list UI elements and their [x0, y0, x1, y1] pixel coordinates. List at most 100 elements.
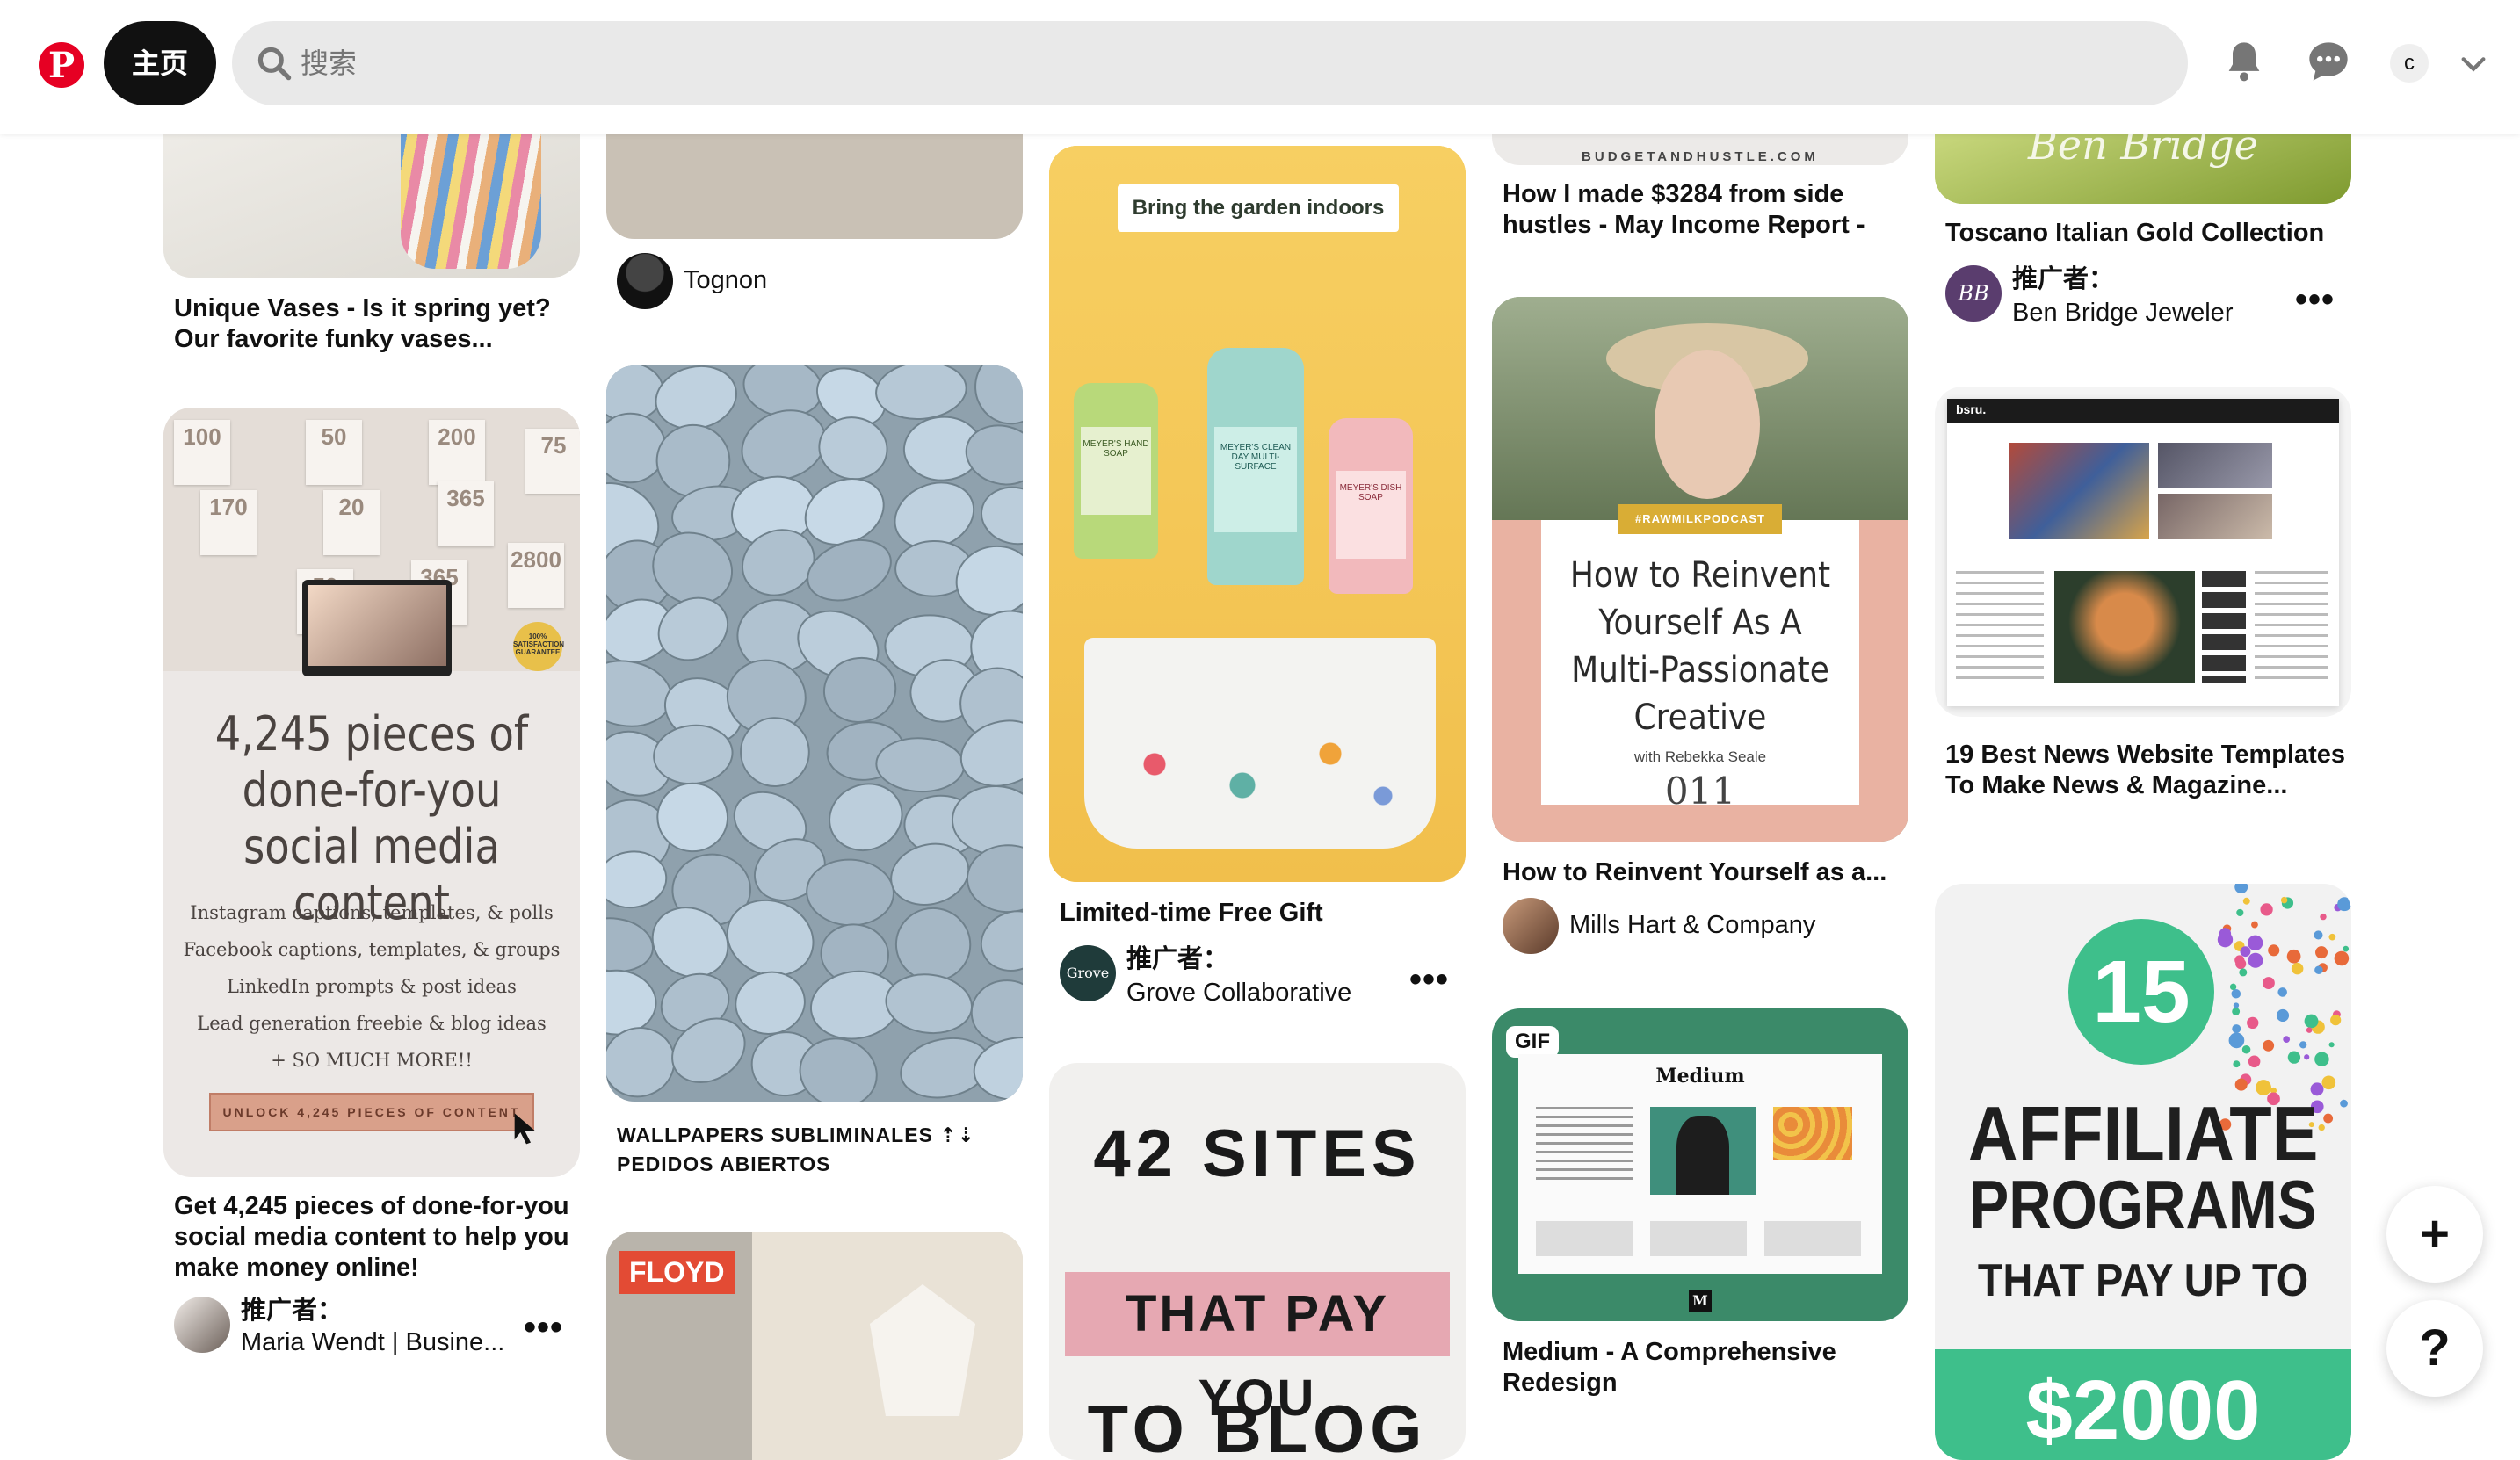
more-options-icon[interactable]: •••: [524, 1310, 563, 1345]
affiliate-line-2: PROGRAMS: [1969, 1166, 2317, 1243]
affiliate-number-circle: 15: [2068, 919, 2214, 1065]
pin-title[interactable]: WALLPAPERS SUBLIMINALES ⇡⇣ PEDIDOS ABIER…: [617, 1121, 1021, 1179]
account-avatar[interactable]: c: [2390, 44, 2429, 83]
creator-avatar[interactable]: [1503, 898, 1559, 954]
confetti-dot: [2248, 952, 2263, 968]
confetti-dot: [2340, 1099, 2348, 1108]
chevron-down-icon[interactable]: [2458, 49, 2488, 79]
grey-stones-pin-image[interactable]: [606, 365, 1023, 1102]
sites-line-1: 42 SITES: [1093, 1117, 1422, 1191]
pin-author-name[interactable]: Tognon: [684, 266, 767, 295]
podcast-tag: #RAWMILKPODCAST: [1618, 504, 1782, 534]
creator-avatar[interactable]: [617, 253, 673, 309]
confetti-dot: [2337, 884, 2346, 889]
garden-overlay-label: Bring the garden indoors: [1118, 184, 1399, 232]
affiliate-programs-pin-image[interactable]: 15 AFFILIATE PROGRAMS THAT PAY UP TO $20…: [1935, 884, 2351, 1460]
template-thumbnail-number: 2800: [508, 543, 564, 608]
confetti-dot: [2321, 1075, 2336, 1090]
news-templates-pin-image[interactable]: bsru.: [1935, 387, 2351, 717]
confetti-dot: [2286, 949, 2301, 964]
metal-caddy-bucket: [1084, 638, 1436, 849]
social-overlay-line: Instagram captions, templates, & polls: [190, 902, 554, 923]
add-create-button[interactable]: +: [2386, 1186, 2483, 1283]
notifications-bell-icon[interactable]: [2221, 39, 2267, 84]
confetti-dot: [2304, 1054, 2310, 1060]
pin-title[interactable]: How I made $3284 from side hustles - May…: [1503, 179, 1907, 241]
top-nav-bar: P 主页 c: [0, 0, 2520, 134]
laptop-mockup: [302, 580, 452, 676]
pin-title[interactable]: Toscano Italian Gold Collection: [1945, 218, 2350, 249]
affiliate-amount-band: $2000: [1935, 1349, 2351, 1460]
social-overlay-line: LinkedIn prompts & post ideas: [227, 976, 517, 997]
home-button[interactable]: 主页: [104, 21, 216, 105]
confetti-dot: [2247, 1016, 2259, 1030]
confetti-dot: [2233, 1060, 2241, 1068]
medium-redesign-pin-image[interactable]: GIF Medium M: [1492, 1008, 1908, 1321]
confetti-dot: [2236, 908, 2244, 917]
search-icon: [257, 47, 292, 81]
promoted-by-label: 推广者：: [241, 1297, 344, 1325]
floyd-lamp-pin-image[interactable]: FLOYD: [606, 1232, 1023, 1460]
messages-chat-icon[interactable]: [2306, 39, 2351, 84]
search-input[interactable]: [301, 21, 2146, 105]
grove-cleaning-pin-image[interactable]: Bring the garden indoors MEYER'S HAND SO…: [1049, 146, 1466, 882]
ben-bridge-logo-avatar[interactable]: BB: [1945, 265, 2002, 322]
confetti-dot: [2232, 1008, 2241, 1015]
confetti-dot: [2314, 1052, 2329, 1066]
template-thumbnail-number: 20: [323, 490, 380, 555]
pin-author-name[interactable]: Mills Hart & Company: [1569, 911, 1815, 940]
confetti-dot: [2248, 935, 2263, 951]
podcast-heading: How to Reinvent Yourself As A Multi-Pass…: [1569, 555, 1831, 738]
pin-author-name[interactable]: Maria Wendt | Busine...: [241, 1328, 504, 1357]
promoted-by-label: 推广者：: [1126, 945, 1229, 973]
social-overlay-line: Facebook captions, templates, & groups: [183, 939, 561, 960]
pebble: [970, 979, 1023, 1045]
confetti-dot: [2328, 1042, 2335, 1048]
social-content-pin-image[interactable]: 100502007517020365503652800 100% SATISFA…: [163, 408, 580, 1177]
pebble: [885, 973, 973, 1035]
unlock-content-cta: UNLOCK 4,245 PIECES OF CONTENT: [209, 1093, 534, 1131]
pebble: [974, 365, 1023, 425]
pebble: [606, 969, 657, 1036]
confetti-dot: [2234, 884, 2248, 894]
grove-logo-avatar[interactable]: Grove: [1060, 945, 1116, 1001]
social-overlay-list: Instagram captions, templates, & polls Fa…: [172, 894, 571, 1079]
pebble: [875, 365, 967, 420]
medium-masthead: Medium: [1655, 1065, 1745, 1088]
pin-author-name[interactable]: Grove Collaborative: [1126, 979, 1351, 1008]
pin-title[interactable]: How to Reinvent Yourself as a...: [1503, 857, 1907, 888]
confetti-dot: [2260, 903, 2273, 916]
pin-author-name[interactable]: Ben Bridge Jeweler: [2012, 299, 2233, 328]
help-button[interactable]: ?: [2386, 1300, 2483, 1397]
reinvent-podcast-pin-image[interactable]: #RAWMILKPODCAST How to Reinvent Yourself…: [1492, 297, 1908, 842]
confetti-dot: [2343, 945, 2350, 952]
template-thumbnail-number: 170: [200, 490, 257, 555]
template-thumbnail-number: 75: [525, 429, 580, 494]
more-options-icon[interactable]: •••: [1409, 962, 1449, 997]
confetti-dot: [2239, 968, 2248, 977]
search-bar[interactable]: [232, 21, 2188, 105]
confetti-dot: [2330, 1015, 2342, 1026]
confetti-dot: [2228, 1032, 2245, 1049]
confetti-dot: [2306, 1027, 2313, 1033]
pebble: [735, 971, 806, 1035]
news-site-mockup: bsru.: [1947, 399, 2339, 706]
creator-avatar[interactable]: [174, 1297, 230, 1353]
42-sites-pin-image[interactable]: 42 SITES THAT PAY YOU TO BLOG: [1049, 1063, 1466, 1460]
template-thumbnail-number: 365: [438, 481, 494, 546]
pinterest-logo-icon[interactable]: P: [39, 42, 84, 88]
confetti-dot: [2232, 1024, 2241, 1034]
cursor-arrow-icon: [514, 1113, 535, 1145]
pin-title[interactable]: Get 4,245 pieces of done-for-you social …: [174, 1191, 578, 1283]
pin-title[interactable]: Unique Vases - Is it spring yet? Our fav…: [174, 293, 578, 355]
hand-soap-bottle: MEYER'S HAND SOAP: [1074, 383, 1158, 559]
pebble: [980, 910, 1023, 972]
pin-title[interactable]: Medium - A Comprehensive Redesign: [1503, 1337, 1907, 1399]
pin-title[interactable]: Limited-time Free Gift: [1060, 898, 1464, 929]
more-options-icon[interactable]: •••: [2295, 282, 2335, 317]
confetti-dot: [2276, 1008, 2290, 1023]
confetti-dot: [2314, 965, 2323, 975]
budget-watermark: BUDGETANDHUSTLE.COM: [1582, 149, 1819, 164]
pin-title[interactable]: 19 Best News Website Templates To Make N…: [1945, 740, 2350, 801]
pebble: [806, 858, 894, 927]
